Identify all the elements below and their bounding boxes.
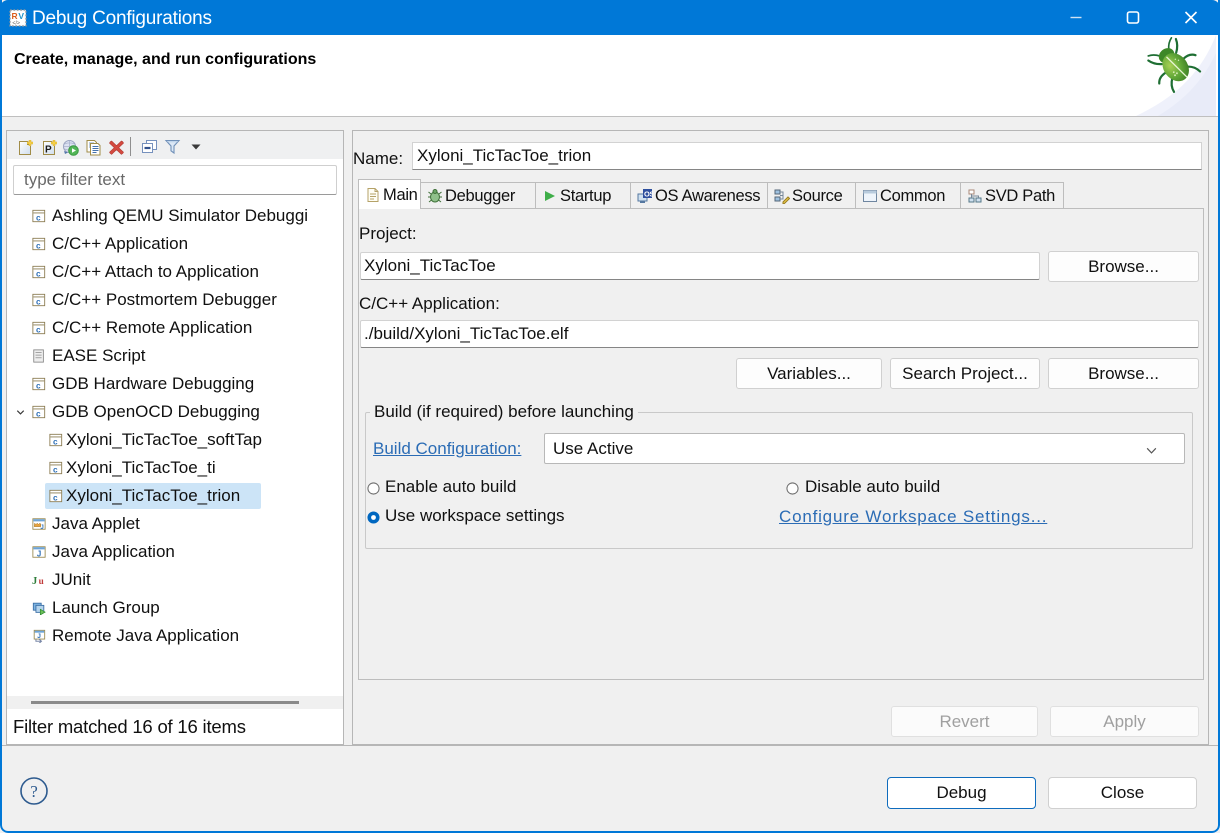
svg-text:c: c <box>36 240 41 250</box>
svg-text:OS: OS <box>644 189 653 198</box>
svg-text:P: P <box>45 145 52 156</box>
svg-text:J: J <box>32 576 37 587</box>
svg-text:</>: </> <box>12 21 20 27</box>
svg-text:R: R <box>12 11 18 21</box>
svg-text:c: c <box>53 436 58 446</box>
svg-text:c: c <box>36 212 41 222</box>
svg-text:J: J <box>37 633 41 640</box>
svg-text:V: V <box>18 11 24 21</box>
svg-text:c: c <box>53 464 58 474</box>
svg-text:u: u <box>39 576 44 586</box>
svg-text:c: c <box>36 408 41 418</box>
svg-text:?: ? <box>30 782 38 801</box>
svg-text:J: J <box>40 524 43 531</box>
svg-text:c: c <box>36 380 41 390</box>
svg-text:c: c <box>53 492 58 502</box>
svg-text:c: c <box>36 296 41 306</box>
svg-text:c: c <box>36 268 41 278</box>
svg-text:J: J <box>37 549 41 558</box>
svg-text:c: c <box>36 324 41 334</box>
